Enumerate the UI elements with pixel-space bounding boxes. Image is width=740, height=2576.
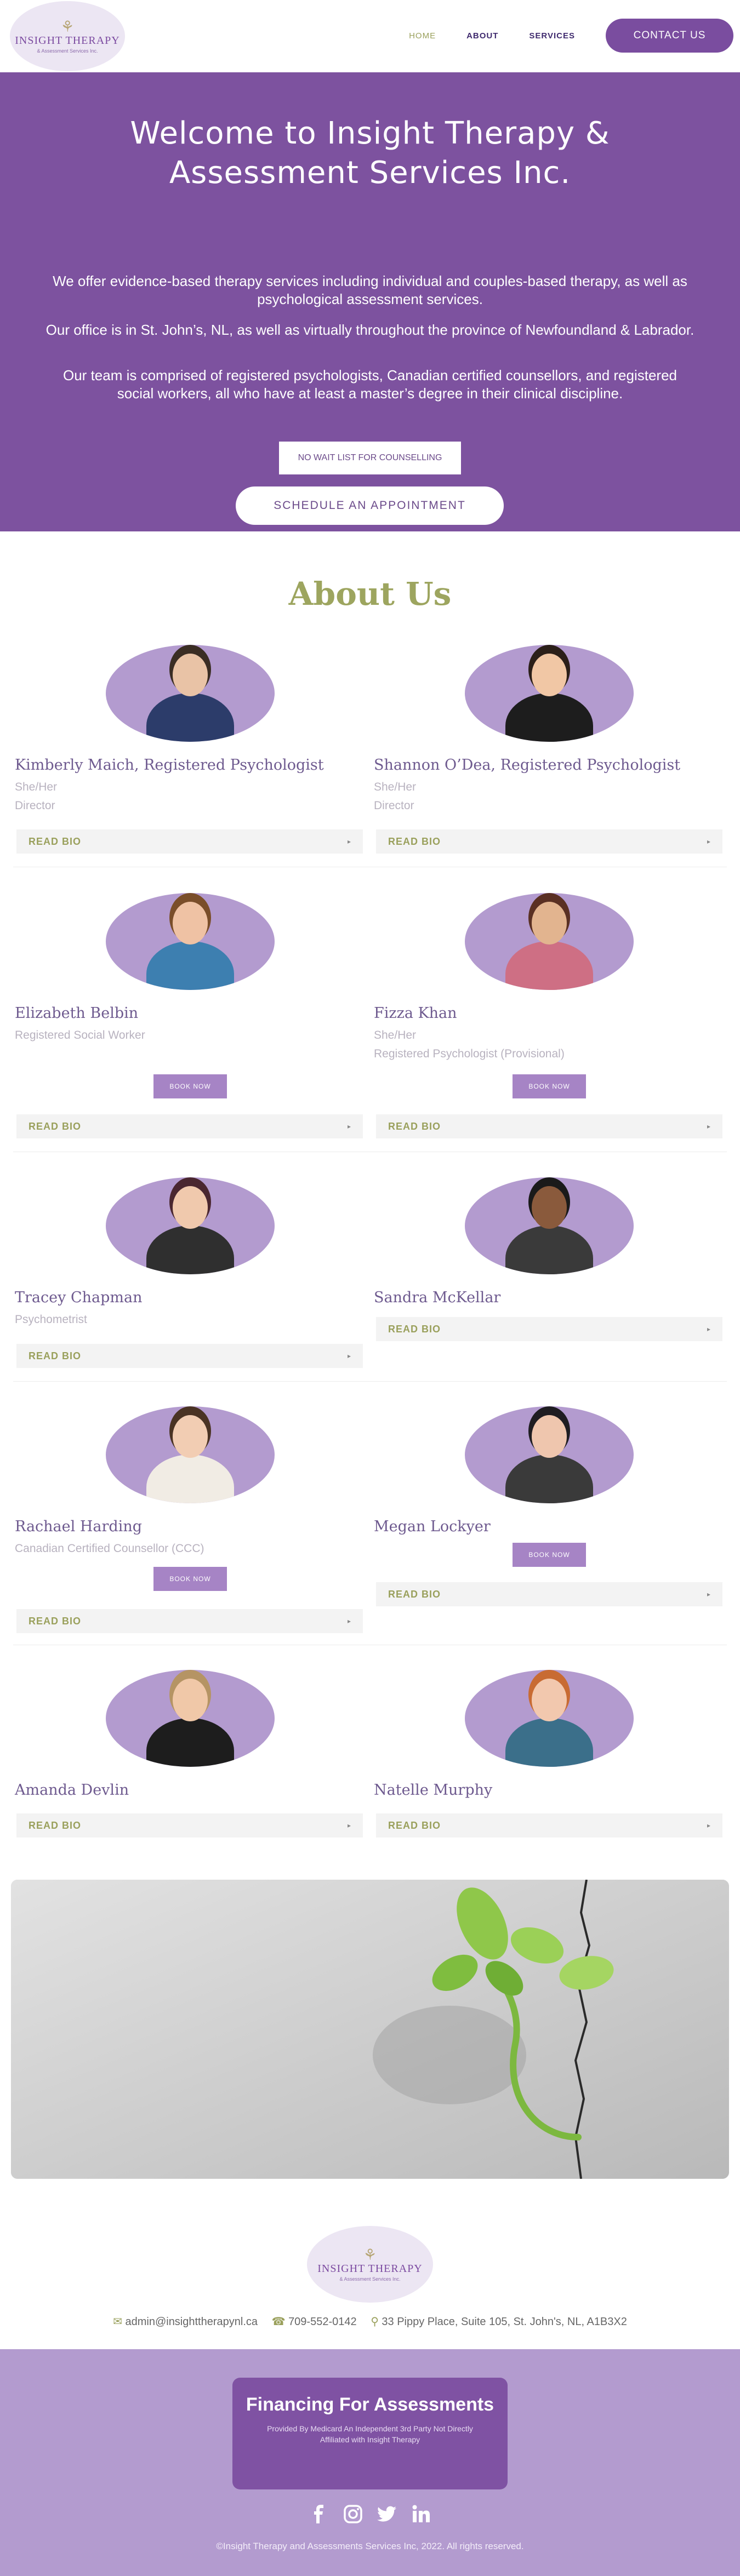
chevron-right-icon: ▸ [347,838,351,845]
chevron-right-icon: ▸ [707,1123,710,1130]
team-photo [465,893,634,990]
instagram-icon[interactable] [343,2504,363,2525]
read-bio-toggle[interactable]: READ BIO ▸ [376,1114,722,1138]
read-bio-toggle[interactable]: READ BIO ▸ [16,1609,363,1633]
linkedin-icon[interactable] [411,2504,431,2525]
team-photo [106,645,275,742]
read-bio-toggle[interactable]: READ BIO ▸ [376,829,722,854]
team-photo [106,1670,275,1767]
footer-logo-mark-icon: ⚘ [363,2246,377,2263]
read-bio-toggle[interactable]: READ BIO ▸ [16,829,363,854]
team-member-name: Megan Lockyer [374,1518,491,1535]
location-icon: ⚲ [371,2316,379,2328]
chevron-right-icon: ▸ [347,1352,351,1360]
financing-card[interactable]: Financing For Assessments Provided By Me… [232,2378,508,2489]
read-bio-label: READ BIO [388,1323,441,1335]
team-member-detail: Registered Social Worker [15,1029,145,1041]
chevron-right-icon: ▸ [347,1123,351,1130]
team-member-detail: Director [15,799,55,812]
team-member-name: Sandra McKellar [374,1289,501,1306]
plant-image [11,1880,729,2179]
footer-logo[interactable]: ⚘ INSIGHT THERAPY & Assessment Services … [307,2226,433,2303]
chevron-right-icon: ▸ [707,1822,710,1829]
team-member-name: Fizza Khan [374,1005,457,1022]
read-bio-label: READ BIO [388,1120,441,1132]
footer-logo-subtitle: & Assessment Services Inc. [339,2276,401,2282]
twitter-icon[interactable] [377,2504,397,2525]
read-bio-label: READ BIO [29,835,82,847]
copyright-text: ©Insight Therapy and Assessments Service… [216,2541,524,2551]
read-bio-toggle[interactable]: READ BIO ▸ [376,1317,722,1341]
read-bio-label: READ BIO [388,835,441,847]
team-member-name: Shannon O’Dea, Registered Psychologist [374,757,681,774]
team-member-name: Tracey Chapman [15,1289,143,1306]
read-bio-toggle[interactable]: READ BIO ▸ [376,1813,722,1837]
read-bio-label: READ BIO [388,1819,441,1831]
chevron-right-icon: ▸ [707,1325,710,1333]
chevron-right-icon: ▸ [707,1590,710,1598]
read-bio-toggle[interactable]: READ BIO ▸ [376,1582,722,1606]
read-bio-toggle[interactable]: READ BIO ▸ [16,1344,363,1368]
read-bio-label: READ BIO [29,1350,82,1361]
chevron-right-icon: ▸ [707,838,710,845]
chevron-right-icon: ▸ [347,1822,351,1829]
team-member-detail: Director [374,799,414,812]
team-member-detail: She/Her [374,1029,417,1041]
book-now-button[interactable]: BOOK NOW [153,1567,227,1591]
team-photo [106,893,275,990]
email-icon: ✉ [113,2316,122,2328]
read-bio-label: READ BIO [29,1819,82,1831]
team-member-detail: She/Her [374,781,417,793]
team-grid: Kimberly Maich, Registered Psychologist S… [0,0,740,2191]
read-bio-label: READ BIO [29,1120,82,1132]
team-photo [106,1177,275,1274]
book-now-button[interactable]: BOOK NOW [513,1074,586,1098]
book-now-button[interactable]: BOOK NOW [513,1543,586,1567]
book-now-button[interactable]: BOOK NOW [153,1074,227,1098]
team-member-detail: She/Her [15,781,58,793]
read-bio-label: READ BIO [29,1615,82,1627]
read-bio-toggle[interactable]: READ BIO ▸ [16,1114,363,1138]
row-divider [13,1381,727,1382]
address-link[interactable]: ⚲ 33 Pippy Place, Suite 105, St. John's,… [371,2316,627,2328]
team-member-name: Elizabeth Belbin [15,1005,139,1022]
facebook-icon[interactable] [309,2504,329,2525]
chevron-right-icon: ▸ [347,1617,351,1625]
social-links [0,2504,740,2525]
team-member-detail: Psychometrist [15,1313,87,1326]
team-member-name: Kimberly Maich, Registered Psychologist [15,757,324,774]
site-footer: Financing For Assessments Provided By Me… [0,2349,740,2576]
team-photo [465,645,634,742]
team-member-detail: Canadian Certified Counsellor (CCC) [15,1542,204,1555]
read-bio-label: READ BIO [388,1588,441,1600]
phone-link[interactable]: ☎ 709-552-0142 [272,2316,357,2328]
team-photo [465,1177,634,1274]
financing-subtitle: Provided By Medicard An Independent 3rd … [267,2424,473,2444]
team-photo [465,1670,634,1767]
team-member-detail: Registered Psychologist (Provisional) [374,1047,565,1060]
team-member-name: Natelle Murphy [374,1782,493,1799]
footer-logo-title: INSIGHT THERAPY [317,2262,423,2275]
team-member-name: Amanda Devlin [15,1782,129,1799]
footer-contact-row: ✉ admin@insighttherapynl.ca ☎ 709-552-01… [0,2315,740,2328]
team-photo [106,1406,275,1503]
read-bio-toggle[interactable]: READ BIO ▸ [16,1813,363,1837]
team-photo [465,1406,634,1503]
team-member-name: Rachael Harding [15,1518,142,1535]
phone-icon: ☎ [271,2316,286,2328]
email-link[interactable]: ✉ admin@insighttherapynl.ca [113,2316,258,2328]
financing-title: Financing For Assessments [246,2394,494,2415]
